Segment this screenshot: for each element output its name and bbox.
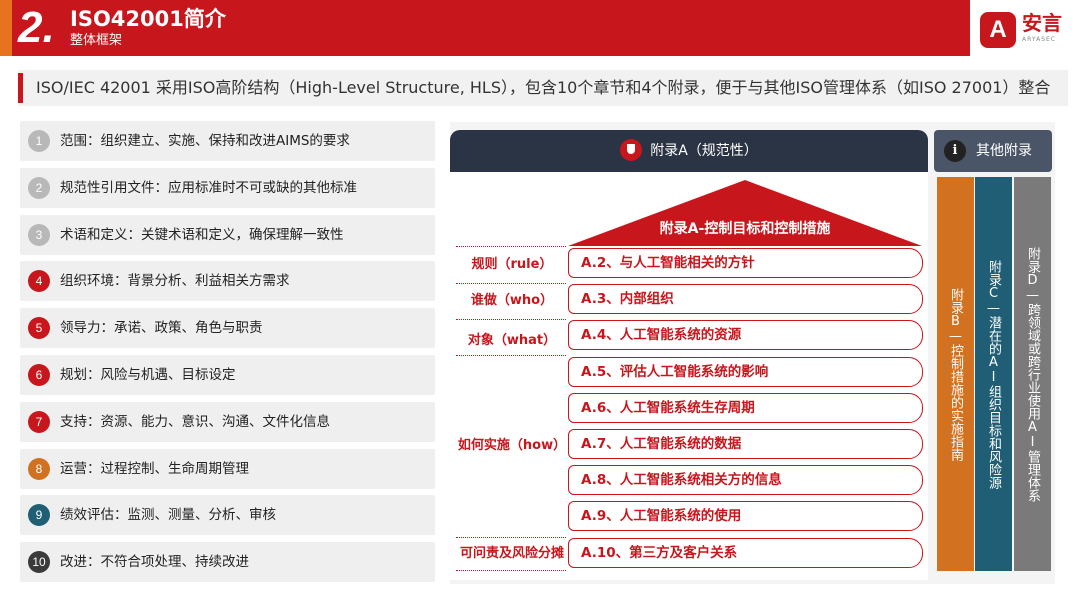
chapter-number-badge: 2 <box>28 176 50 199</box>
chapter-label: 组织环境：背景分析、利益相关方需求 <box>60 273 290 290</box>
chapter-number-badge: 1 <box>28 130 50 152</box>
category-divider <box>456 246 566 247</box>
chapter-label: 范围：组织建立、实施、保持和改进AIMS的要求 <box>60 133 350 149</box>
logo-english: ARYASEC <box>1022 36 1056 43</box>
control-label: A.4、人工智能系统的资源 <box>581 327 742 344</box>
header-accent <box>0 0 12 56</box>
company-logo: A 安言 ARYASEC <box>980 10 1075 50</box>
category-divider <box>456 537 566 538</box>
chapter-label: 领导力：承诺、政策、角色与职责 <box>60 320 263 337</box>
chapter-number-badge: 10 <box>28 551 50 574</box>
chapter-number-badge: 9 <box>28 504 50 527</box>
chapter-item: 1 范围：组织建立、实施、保持和改进AIMS的要求 <box>20 121 435 161</box>
header-bar: 2. ISO42001简介 整体框架 <box>0 0 970 56</box>
control-item: A.5、评估人工智能系统的影响 <box>568 356 923 387</box>
chapter-item: 9 绩效评估：监测、测量、分析、审核 <box>20 495 435 536</box>
chapter-label: 运营：过程控制、生命周期管理 <box>60 460 249 477</box>
section-number: 2. <box>18 3 55 52</box>
category-label: 对象（what） <box>467 333 557 348</box>
page-subtitle: 整体框架 <box>70 33 123 48</box>
logo-mark: A <box>980 12 1016 48</box>
info-icon: i <box>944 140 966 162</box>
control-label: A.6、人工智能系统生存周期 <box>581 399 755 416</box>
shield-icon <box>620 139 643 161</box>
page-title: ISO42001简介 <box>70 7 226 31</box>
category-label: 规则（rule） <box>471 256 553 272</box>
chapter-number-badge: 5 <box>28 317 50 340</box>
chapter-number-badge: 3 <box>28 223 50 246</box>
chapter-item: 3 术语和定义：关键术语和定义，确保理解一致性 <box>20 214 435 255</box>
chapter-item: 2 规范性引用文件：应用标准时不可或缺的其他标准 <box>20 167 435 208</box>
control-label: A.5、评估人工智能系统的影响 <box>581 363 769 380</box>
chapter-number-badge: 6 <box>28 364 50 386</box>
annex-b-column: 附录B—控制措施的实施指南 <box>937 177 974 571</box>
category-label: 谁做（who） <box>470 293 554 308</box>
chapter-label: 绩效评估：监测、测量、分析、审核 <box>60 507 276 524</box>
logo-name: 安言 <box>1022 11 1062 35</box>
control-item: A.7、人工智能系统的数据 <box>568 429 923 459</box>
chapter-label: 支持：资源、能力、意识、沟通、文件化信息 <box>60 413 330 430</box>
control-label: A.8、人工智能系统相关方的信息 <box>581 472 782 489</box>
control-label: A.10、第三方及客户关系 <box>581 544 738 561</box>
chapter-label: 改进：不符合项处理、持续改进 <box>60 554 249 571</box>
chapter-item: 7 支持：资源、能力、意识、沟通、文件化信息 <box>20 401 435 442</box>
category-label: 如何实施（how） <box>457 438 567 453</box>
chapter-item: 6 规划：风险与机遇、目标设定 <box>20 355 435 395</box>
control-item: A.2、与人工智能相关的方针 <box>568 248 923 278</box>
roof-label: 附录A-控制目标和控制措施 <box>659 221 831 237</box>
category-divider <box>456 355 566 356</box>
category-label: 可问责及风险分摊 <box>459 545 564 561</box>
chapter-number-badge: 4 <box>28 270 50 293</box>
annex-a-title: 附录A（规范性） <box>650 143 758 159</box>
control-item: A.10、第三方及客户关系 <box>568 537 923 568</box>
chapter-item: 8 运营：过程控制、生命周期管理 <box>20 448 435 489</box>
control-item: A.3、内部组织 <box>568 284 923 315</box>
chapter-number-badge: 7 <box>28 410 50 433</box>
control-label: A.2、与人工智能相关的方针 <box>581 255 755 271</box>
chapter-label: 规范性引用文件：应用标准时不可或缺的其他标准 <box>60 179 357 196</box>
intro-text: ISO/IEC 42001 采用ISO高阶结构（High-Level Struc… <box>36 78 1051 97</box>
control-label: A.3、内部组织 <box>581 291 674 308</box>
intro-accent <box>18 73 23 103</box>
intro-banner: ISO/IEC 42001 采用ISO高阶结构（High-Level Struc… <box>18 70 1068 106</box>
chapter-label: 术语和定义：关键术语和定义，确保理解一致性 <box>60 226 344 243</box>
chapter-number-badge: 8 <box>28 457 50 480</box>
chapter-item: 5 领导力：承诺、政策、角色与职责 <box>20 308 435 349</box>
control-item: A.6、人工智能系统生存周期 <box>568 392 923 423</box>
control-label: A.7、人工智能系统的数据 <box>581 436 742 452</box>
control-item: A.8、人工智能系统相关方的信息 <box>568 465 923 496</box>
annex-a-header: 附录A（规范性） <box>450 130 928 172</box>
category-divider <box>456 283 566 284</box>
category-divider <box>456 319 566 320</box>
control-item: A.9、人工智能系统的使用 <box>568 501 923 532</box>
control-label: A.9、人工智能系统的使用 <box>581 508 742 525</box>
other-annex-header: i 其他附录 <box>934 130 1052 172</box>
annex-d-column: 附录D—跨领域或跨行业使用AI管理体系 <box>1014 177 1051 571</box>
annex-c-column: 附录C—潜在的AI组织目标和风险源 <box>975 177 1012 571</box>
chapter-label: 规划：风险与机遇、目标设定 <box>60 367 236 383</box>
other-annex-title: 其他附录 <box>976 143 1032 159</box>
category-divider <box>456 570 566 571</box>
chapter-item: 10 改进：不符合项处理、持续改进 <box>20 542 435 583</box>
chapter-item: 4 组织环境：背景分析、利益相关方需求 <box>20 261 435 302</box>
control-item: A.4、人工智能系统的资源 <box>568 320 923 351</box>
